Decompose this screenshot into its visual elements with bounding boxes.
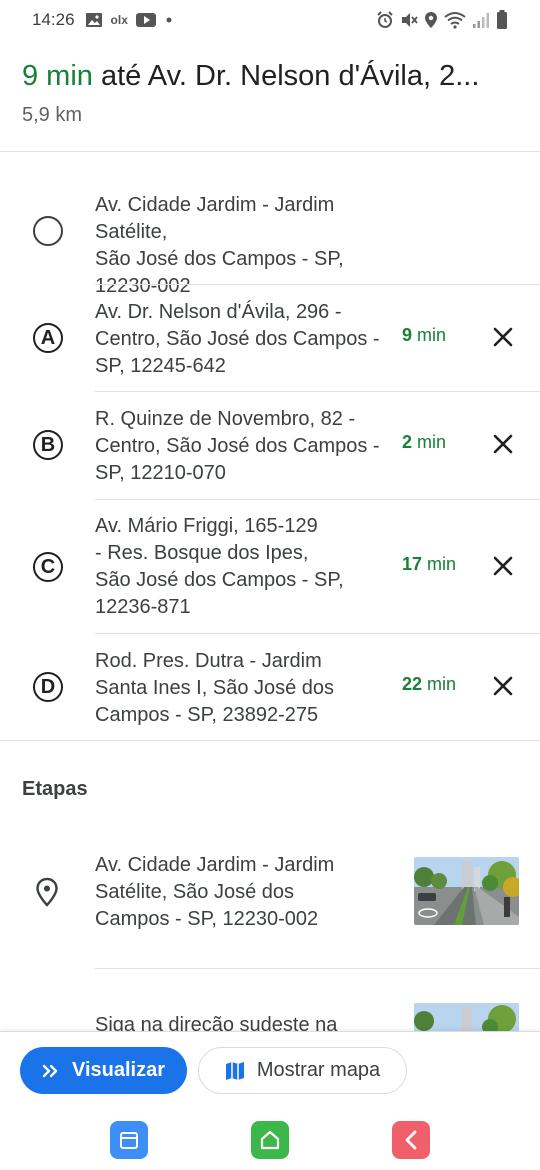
battery-icon [496, 10, 508, 30]
stops-list: Av. Cidade Jardim - Jardim Satélite, São… [0, 178, 540, 741]
stop-marker-c: C [33, 552, 63, 582]
remove-stop-button[interactable] [488, 551, 518, 581]
close-icon [493, 556, 513, 576]
olx-icon: olx [110, 13, 128, 27]
route-header: 9 min até Av. Dr. Nelson d'Ávila, 2... 5… [22, 56, 522, 127]
stop-address: R. Quinze de Novembro, 82 - Centro, São … [95, 408, 380, 484]
back-icon [405, 1130, 417, 1150]
origin-circle-icon [33, 216, 63, 246]
step-divider [95, 968, 540, 969]
stop-a[interactable]: A Av. Dr. Nelson d'Ávila, 296 - Centro, … [0, 285, 540, 392]
remove-stop-button[interactable] [488, 671, 518, 701]
recents-icon [120, 1132, 138, 1149]
system-nav-bar [0, 1109, 540, 1170]
map-icon [225, 1061, 244, 1080]
youtube-icon [135, 13, 156, 27]
stop-eta: 9 min [402, 325, 447, 345]
street-view-thumbnail[interactable] [414, 1003, 519, 1031]
stop-address: Av. Dr. Nelson d'Ávila, 296 - Centro, Sã… [95, 301, 380, 377]
steps-title: Etapas [22, 778, 88, 800]
stop-marker-d: D [33, 672, 63, 702]
stop-c[interactable]: C Av. Mário Friggi, 165-129 - Res. Bosqu… [0, 500, 540, 634]
stop-b[interactable]: B R. Quinze de Novembro, 82 - Centro, Sã… [0, 392, 540, 500]
signal-icon [472, 11, 490, 29]
gallery-icon [85, 12, 103, 28]
back-button[interactable] [392, 1121, 430, 1159]
stop-marker-a: A [33, 323, 63, 353]
close-icon [493, 327, 513, 347]
street-view-thumbnail[interactable] [414, 857, 519, 925]
preview-button-label: Visualizar [71, 1059, 166, 1081]
header-divider [0, 151, 540, 152]
status-left: 14:26 olx [32, 10, 174, 30]
stops-divider [0, 740, 540, 741]
home-icon [260, 1130, 280, 1150]
remove-stop-button[interactable] [488, 429, 518, 459]
status-right [376, 10, 508, 30]
status-time: 14:26 [32, 10, 75, 29]
stop-eta: 17 min [402, 554, 457, 574]
step-item[interactable]: Av. Cidade Jardim - Jardim Satélite, São… [0, 850, 540, 960]
status-bar: 14:26 olx [0, 0, 540, 40]
stop-d[interactable]: D Rod. Pres. Dutra - Jardim Santa Ines I… [0, 634, 540, 741]
double-chevron-right-icon [42, 1064, 58, 1077]
dot-icon [164, 15, 174, 25]
stop-eta: 22 min [402, 674, 457, 694]
remove-stop-button[interactable] [488, 322, 518, 352]
route-duration: 9 min [22, 60, 93, 92]
route-distance: 5,9 km [22, 104, 83, 126]
step-item[interactable]: Siga na direção sudeste na [0, 1000, 540, 1031]
stop-marker-b: B [33, 430, 63, 460]
action-bar: Visualizar Mostrar mapa [0, 1031, 540, 1109]
close-icon [493, 434, 513, 454]
show-map-button[interactable]: Mostrar mapa [198, 1047, 407, 1094]
location-icon [424, 11, 438, 29]
step-text: Siga na direção sudeste na [95, 1014, 338, 1031]
home-button[interactable] [251, 1121, 289, 1159]
stop-origin[interactable]: Av. Cidade Jardim - Jardim Satélite, São… [0, 178, 540, 297]
step-text: Av. Cidade Jardim - Jardim Satélite, São… [95, 854, 335, 930]
location-pin-icon [36, 877, 58, 907]
route-title: 9 min até Av. Dr. Nelson d'Ávila, 2... [22, 56, 522, 96]
stop-address: Rod. Pres. Dutra - Jardim Santa Ines I, … [95, 650, 335, 726]
wifi-icon [444, 11, 466, 29]
stop-address: Av. Mário Friggi, 165-129 - Res. Bosque … [95, 515, 344, 618]
recent-apps-button[interactable] [110, 1121, 148, 1159]
route-destination: até Av. Dr. Nelson d'Ávila, 2... [92, 60, 480, 92]
close-icon [493, 676, 513, 696]
show-map-button-label: Mostrar mapa [256, 1059, 381, 1081]
alarm-icon [376, 11, 394, 29]
preview-button[interactable]: Visualizar [20, 1047, 187, 1094]
mute-icon [400, 11, 418, 29]
stop-eta: 2 min [402, 432, 447, 452]
